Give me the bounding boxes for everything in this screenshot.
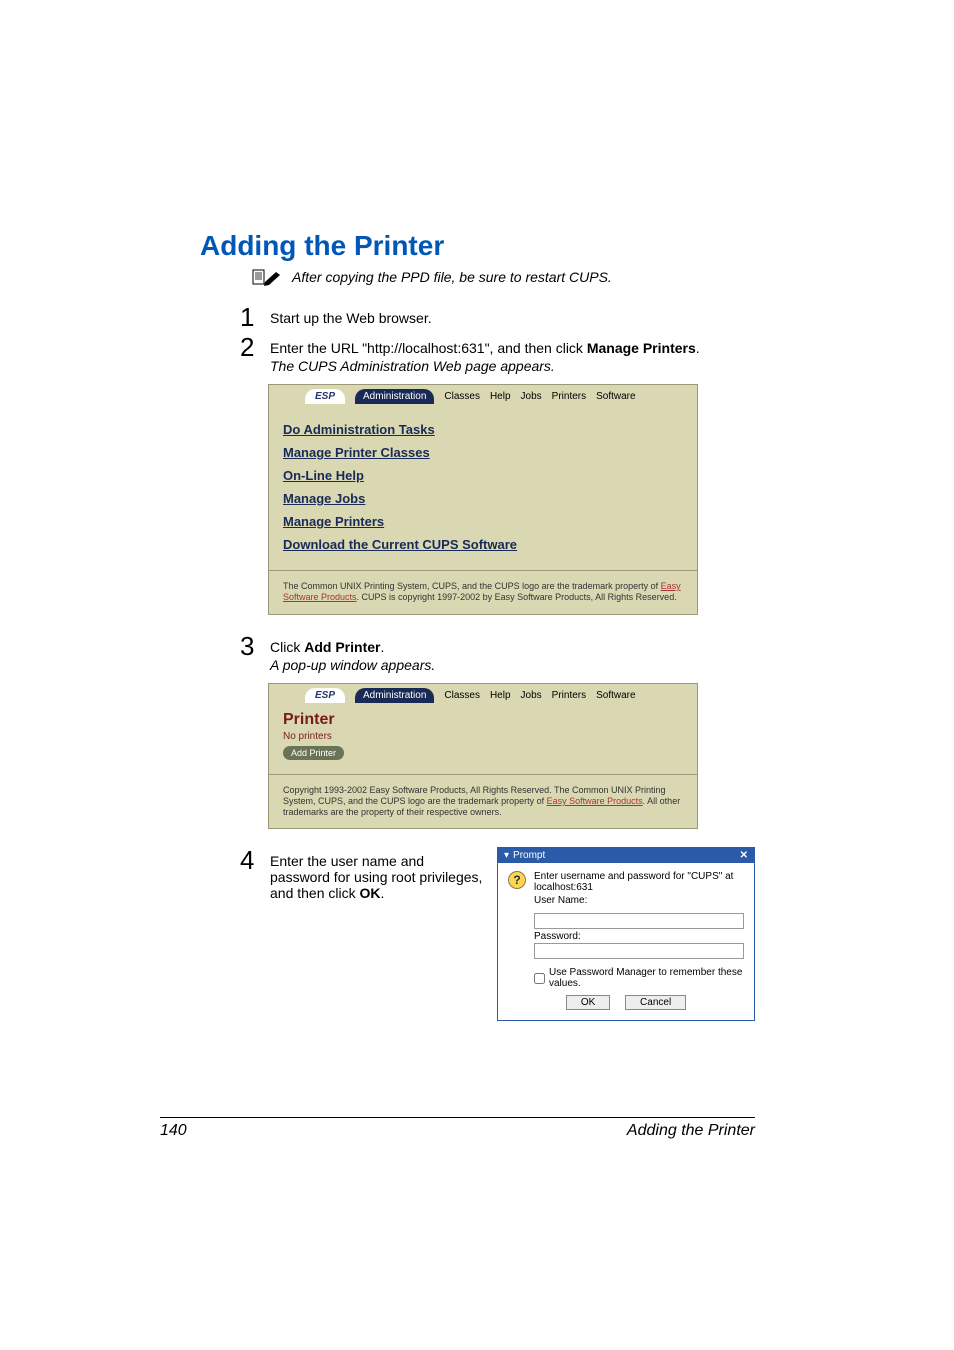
step-text-end: .: [696, 340, 700, 356]
cups-admin-screenshot: ESP Administration Classes Help Jobs Pri…: [268, 384, 698, 615]
cancel-button[interactable]: Cancel: [625, 995, 686, 1010]
tab-esp[interactable]: ESP: [305, 688, 345, 703]
printer-heading: Printer: [269, 703, 697, 731]
step-text-end: .: [381, 885, 385, 901]
step-body: Enter the user name and password for usi…: [270, 847, 485, 1021]
step-1: 1 Start up the Web browser.: [240, 304, 755, 330]
cups-tabs: ESP Administration Classes Help Jobs Pri…: [269, 385, 697, 404]
page-footer: 140 Adding the Printer: [160, 1117, 755, 1140]
cups-footnote: The Common UNIX Printing System, CUPS, a…: [269, 577, 697, 614]
footnote-text-a: The Common UNIX Printing System, CUPS, a…: [283, 581, 661, 591]
step-bold: Manage Printers: [587, 340, 696, 356]
dialog-message: Enter username and password for "CUPS" a…: [534, 871, 744, 893]
tab-software[interactable]: Software: [596, 391, 635, 402]
remember-checkbox[interactable]: [534, 973, 545, 984]
step-number: 1: [240, 304, 258, 330]
note-row: After copying the PPD file, be sure to r…: [252, 268, 755, 286]
link-on-line-help[interactable]: On-Line Help: [283, 468, 683, 483]
step-number: 3: [240, 633, 258, 673]
chevron-down-icon: ▾: [504, 850, 509, 861]
dialog-title: Prompt: [513, 850, 545, 861]
username-input[interactable]: [534, 913, 744, 929]
step-body: Start up the Web browser.: [270, 304, 755, 330]
step-body: Click Add Printer. A pop-up window appea…: [270, 633, 755, 673]
link-download-cups-software[interactable]: Download the Current CUPS Software: [283, 537, 683, 552]
step-number: 2: [240, 334, 258, 374]
step-text: Enter the URL "http://localhost:631", an…: [270, 340, 587, 356]
link-manage-printer-classes[interactable]: Manage Printer Classes: [283, 445, 683, 460]
username-label: User Name:: [534, 895, 744, 906]
link-do-admin-tasks[interactable]: Do Administration Tasks: [283, 422, 683, 437]
footer-title: Adding the Printer: [627, 1122, 755, 1140]
question-icon: ?: [508, 871, 526, 889]
password-input[interactable]: [534, 943, 744, 959]
close-icon[interactable]: ✕: [740, 850, 748, 861]
step-4: 4 Enter the user name and password for u…: [240, 847, 755, 1021]
step-bold: Add Printer: [304, 639, 380, 655]
add-printer-button[interactable]: Add Printer: [283, 746, 344, 760]
cups-tabs: ESP Administration Classes Help Jobs Pri…: [269, 684, 697, 703]
tab-administration[interactable]: Administration: [355, 389, 434, 404]
tab-jobs[interactable]: Jobs: [521, 391, 542, 402]
cups-footnote: Copyright 1993-2002 Easy Software Produc…: [269, 781, 697, 829]
page-heading: Adding the Printer: [200, 230, 755, 262]
step-2: 2 Enter the URL "http://localhost:631", …: [240, 334, 755, 374]
divider: [269, 774, 697, 775]
divider: [269, 570, 697, 571]
ok-button[interactable]: OK: [566, 995, 610, 1010]
tab-help[interactable]: Help: [490, 391, 511, 402]
tab-esp[interactable]: ESP: [305, 389, 345, 404]
auth-prompt-dialog: ▾ Prompt ✕ ? Enter username and password …: [497, 847, 755, 1021]
tab-help[interactable]: Help: [490, 690, 511, 701]
step-subtext: A pop-up window appears.: [270, 657, 755, 673]
step-body: Enter the URL "http://localhost:631", an…: [270, 334, 755, 374]
remember-label: Use Password Manager to remember these v…: [549, 967, 744, 989]
note-text: After copying the PPD file, be sure to r…: [292, 269, 612, 285]
step-text: Click: [270, 639, 304, 655]
tab-jobs[interactable]: Jobs: [521, 690, 542, 701]
password-label: Password:: [534, 931, 744, 942]
footnote-link[interactable]: Easy Software Products: [547, 796, 643, 806]
dialog-titlebar: ▾ Prompt ✕: [498, 848, 754, 863]
tab-administration[interactable]: Administration: [355, 688, 434, 703]
step-text-end: .: [380, 639, 384, 655]
tab-classes[interactable]: Classes: [444, 690, 480, 701]
step-subtext: The CUPS Administration Web page appears…: [270, 358, 755, 374]
link-manage-jobs[interactable]: Manage Jobs: [283, 491, 683, 506]
tab-software[interactable]: Software: [596, 690, 635, 701]
tab-classes[interactable]: Classes: [444, 391, 480, 402]
tab-printers[interactable]: Printers: [552, 690, 586, 701]
page-number: 140: [160, 1122, 187, 1140]
link-manage-printers[interactable]: Manage Printers: [283, 514, 683, 529]
tab-printers[interactable]: Printers: [552, 391, 586, 402]
step-3: 3 Click Add Printer. A pop-up window app…: [240, 633, 755, 673]
note-icon: [252, 268, 282, 286]
footnote-text-b: . CUPS is copyright 1997-2002 by Easy So…: [357, 592, 677, 602]
step-bold: OK: [360, 885, 381, 901]
cups-printer-screenshot: ESP Administration Classes Help Jobs Pri…: [268, 683, 698, 830]
footer-divider: [160, 1117, 755, 1118]
no-printers-text: No printers: [269, 731, 697, 746]
step-number: 4: [240, 847, 258, 1021]
